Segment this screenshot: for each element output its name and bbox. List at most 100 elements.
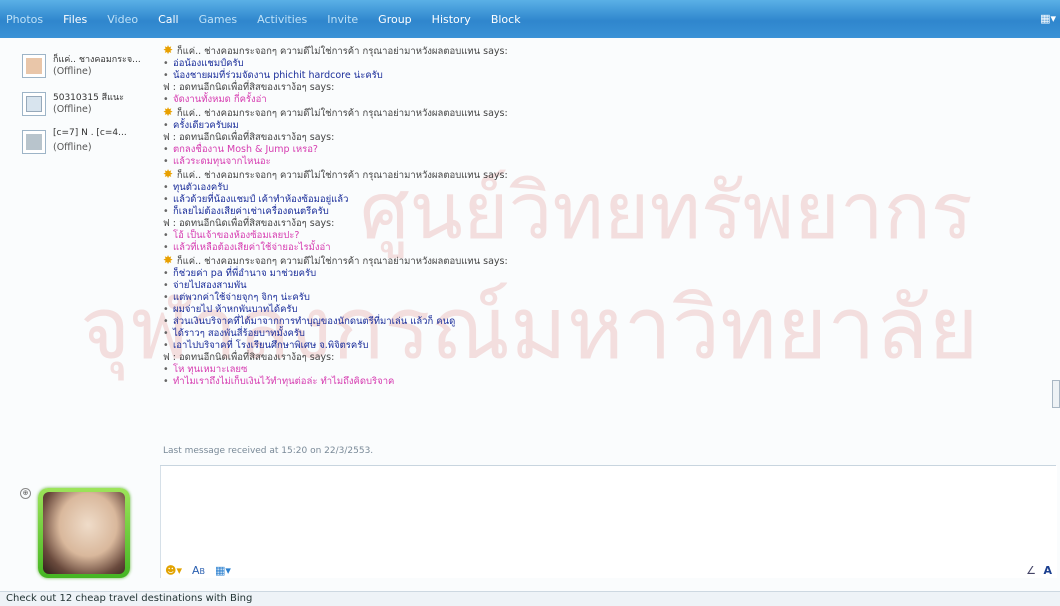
message-text: จ่ายไปสองสามพัน (173, 280, 247, 291)
message-line: • ผมจ่ายไป ห้าหกพันบาทได้ครับ (163, 304, 298, 316)
contact-status: (Offline) (53, 142, 92, 153)
message-line: • แล้วด้วยที่น้องแชมป์ เค้าทำห้องซ้อมอยู่… (163, 194, 348, 206)
message-text: ตกลงชื่องาน Mosh & Jump เหรอ? (173, 144, 318, 155)
sender-text: ฟ : อดทนอีกนิดเพื่อที่สิสของเราง้อๆ says… (163, 132, 335, 143)
message-text: ผมจ่ายไป ห้าหกพันบาทได้ครับ (173, 304, 298, 315)
message-line: • โห ทุนเหมาะเลยซ (163, 364, 247, 376)
avatar (38, 488, 130, 578)
message-line: • ครั้งเดียวครับผม (163, 120, 239, 132)
tab-history[interactable]: History (432, 13, 471, 26)
pen-icon[interactable]: ∠ (1026, 564, 1036, 577)
bullet-icon: • (163, 376, 169, 387)
message-line: • จัดงานทั้งหมด กี่ครั้งอ่า (163, 94, 267, 106)
nav-tabs: Photos Files Video Call Games Activities Invit… (6, 13, 521, 26)
tab-games[interactable]: Games (199, 13, 237, 26)
message-input[interactable] (160, 466, 1057, 578)
tab-invite[interactable]: Invite (327, 13, 358, 26)
sender-text: ก็แค่.. ช่างคอมกระจอกๆ ความดีไม่ใช่การค้… (176, 170, 508, 181)
contact-status: (Offline) (53, 66, 92, 77)
message-line: • น้องชายผมที่ร่วมจัดงาน phichit hardcore… (163, 70, 383, 82)
message-text: ก็เลยไม่ต้องเสียค่าเช่าเครื่องดนตรีครับ (173, 206, 329, 217)
tab-video[interactable]: Video (107, 13, 138, 26)
message-text: แต่พวกค่าใช้จ่ายจุกๆ จิกๆ น่ะครับ (173, 292, 310, 303)
wink-icon[interactable]: ▦▾ (215, 564, 231, 577)
message-text: เอาไปบริจาคที่ โรงเรียนศึกษาพิเศษ จ.พิจิ… (173, 340, 369, 351)
contact-item[interactable]: 50310315 สีแนะ (Offline) (22, 90, 162, 120)
message-line: • ทำไมเราถึงไม่เก็บเงินไว้ทำทุนต่อล่ะ ทำไ… (163, 376, 394, 388)
text-mode-button[interactable]: A (1043, 564, 1052, 577)
bullet-icon: • (163, 58, 169, 69)
bullet-icon: • (163, 340, 169, 351)
emoticon-icon[interactable]: ☻▾ (165, 564, 182, 577)
bullet-icon: • (163, 280, 169, 291)
message-line: • แล้วที่เหลือต้องเสียค่าใช้จ่ายอะไรมั้งอ… (163, 242, 331, 254)
bullet-icon: • (163, 292, 169, 303)
sender-text: ก็แค่.. ช่างคอมกระจอกๆ ความดีไม่ใช่การค้… (176, 46, 508, 57)
bullet-icon: • (163, 206, 169, 217)
message-line: • ส่วนเงินบริจาคที่ได้มาจากการทำบุญของนัก… (163, 316, 455, 328)
contact-item[interactable]: [c=7] N . [c=4... (Offline) (22, 128, 162, 158)
bullet-icon: • (163, 230, 169, 241)
emoticon-icon: ✸ (163, 167, 177, 181)
sender-line: ฟ : อดทนอีกนิดเพื่อที่สิสของเราง้อๆ says… (163, 218, 334, 230)
bullet-icon: • (163, 194, 169, 205)
format-toolbar: ☻▾ AB ▦▾ (165, 564, 231, 577)
sender-text: ฟ : อดทนอีกนิดเพื่อที่สิสของเราง้อๆ says… (163, 218, 335, 229)
sender-line: ฟ : อดทนอีกนิดเพื่อที่สิสของเราง้อๆ says… (163, 82, 334, 94)
tab-photos[interactable]: Photos (6, 13, 43, 26)
sender-line: ✸ ก็แค่.. ช่างคอมกระจอกๆ ความดีไม่ใช่การ… (163, 254, 508, 268)
message-line: • ก็ช่วยค่า pa ที่พี่อำนาจ มาช่วยครับ (163, 268, 316, 280)
bullet-icon: • (163, 316, 169, 327)
message-text: โอ้ เป็นเจ้าของห้องซ้อมเลยปะ? (173, 230, 300, 241)
tab-block[interactable]: Block (491, 13, 521, 26)
emoticon-icon: ✸ (163, 43, 177, 57)
message-text: แล้วด้วยที่น้องแชมป์ เค้าทำห้องซ้อมอยู่แ… (173, 194, 349, 205)
sender-line: ฟ : อดทนอีกนิดเพื่อที่สิสของเราง้อๆ says… (163, 352, 334, 364)
message-text: ได้ราวๆ สองพันสี่ร้อยบาทมั้งครับ (173, 328, 305, 339)
message-text: แล้วระดมทุนจากไหนอะ (173, 156, 271, 167)
top-nav-bar: Photos Files Video Call Games Activities Invit… (0, 0, 1060, 39)
message-text: จัดงานทั้งหมด กี่ครั้งอ่า (173, 94, 267, 105)
message-text: ก็ช่วยค่า pa ที่พี่อำนาจ มาช่วยครับ (173, 268, 317, 279)
message-text: อ่อน้องแชมป์ครับ (173, 58, 244, 69)
contact-name: ก็แค่.. ชางคอมกระจ... (53, 55, 141, 65)
ad-status-bar[interactable]: Check out 12 cheap travel destinations w… (0, 591, 1060, 606)
avatar-photo (43, 492, 125, 574)
sender-line: ✸ ก็แค่.. ช่างคอมกระจอกๆ ความดีไม่ใช่การ… (163, 106, 508, 120)
bullet-icon: • (163, 328, 169, 339)
tab-activities[interactable]: Activities (257, 13, 307, 26)
message-text: แล้วที่เหลือต้องเสียค่าใช้จ่ายอะไรมั้งอ่… (173, 242, 331, 253)
tab-call[interactable]: Call (158, 13, 179, 26)
bullet-icon: • (163, 70, 169, 81)
bullet-icon: • (163, 268, 169, 279)
contact-name: 50310315 สีแนะ (53, 93, 124, 103)
bullet-icon: • (163, 364, 169, 375)
message-text: ทุนตัวเองครับ (173, 182, 229, 193)
font-icon[interactable]: AB (192, 564, 205, 577)
sender-text: ฟ : อดทนอีกนิดเพื่อที่สิสของเราง้อๆ says… (163, 82, 335, 93)
message-line: • ก็เลยไม่ต้องเสียค่าเช่าเครื่องดนตรีครับ (163, 206, 329, 218)
emoticon-icon: ✸ (163, 105, 177, 119)
tab-files[interactable]: Files (63, 13, 87, 26)
message-line: • แล้วระดมทุนจากไหนอะ (163, 156, 271, 168)
contact-avatar (22, 130, 46, 154)
sender-text: ก็แค่.. ช่างคอมกระจอกๆ ความดีไม่ใช่การค้… (176, 108, 508, 119)
handwriting-icon[interactable]: ∠ A (1026, 564, 1052, 577)
sender-line: ฟ : อดทนอีกนิดเพื่อที่สิสของเราง้อๆ says… (163, 132, 334, 144)
contact-item[interactable]: ก็แค่.. ชางคอมกระจ... (Offline) (22, 52, 162, 82)
message-line: • อ่อน้องแชมป์ครับ (163, 58, 244, 70)
message-line: • ตกลงชื่องาน Mosh & Jump เหรอ? (163, 144, 318, 156)
collapse-icon[interactable]: ⊕ (20, 488, 31, 499)
tab-group[interactable]: Group (378, 13, 412, 26)
contact-avatar (22, 92, 46, 116)
message-line: • แต่พวกค่าใช้จ่ายจุกๆ จิกๆ น่ะครับ (163, 292, 310, 304)
menu-icon[interactable]: ▦▾ (1040, 12, 1056, 25)
message-line: • โอ้ เป็นเจ้าของห้องซ้อมเลยปะ? (163, 230, 299, 242)
bullet-icon: • (163, 144, 169, 155)
message-line: • ทุนตัวเองครับ (163, 182, 228, 194)
message-line: • ได้ราวๆ สองพันสี่ร้อยบาทมั้งครับ (163, 328, 305, 340)
bullet-icon: • (163, 304, 169, 315)
scrollbar[interactable] (1052, 380, 1060, 408)
message-text: ทำไมเราถึงไม่เก็บเงินไว้ทำทุนต่อล่ะ ทำไม… (173, 376, 395, 387)
bullet-icon: • (163, 182, 169, 193)
